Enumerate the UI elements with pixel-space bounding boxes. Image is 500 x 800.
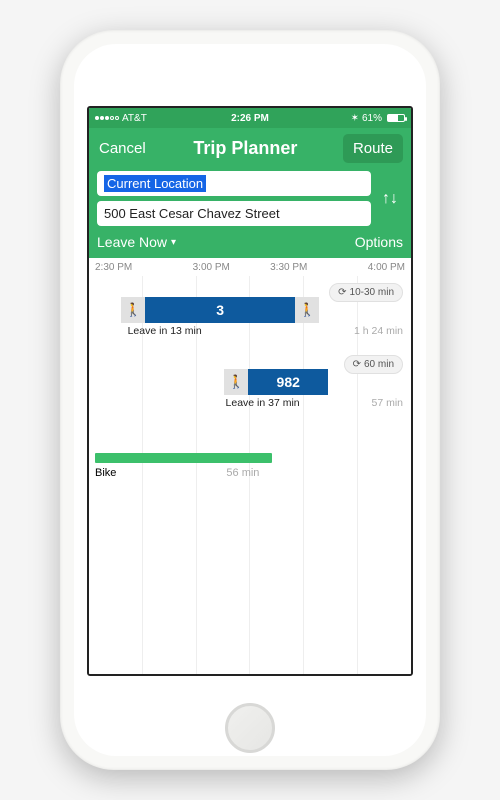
frequency-pill-1: ⟳ 10-30 min: [329, 283, 403, 302]
route-bar-1: 🚶 3 🚶: [121, 297, 319, 323]
route-meta-2: Leave in 37 min 57 min: [89, 397, 411, 409]
walk-icon: 🚶: [224, 369, 248, 395]
leave-time-button[interactable]: Leave Now ▾: [97, 234, 176, 250]
swap-icon: ↑↓: [382, 190, 398, 208]
from-value: Current Location: [104, 175, 206, 192]
route-button[interactable]: Route: [343, 134, 403, 163]
duration-1: 1 h 24 min: [354, 325, 403, 337]
route-row-2[interactable]: ⟳ 60 min 🚶 982 Leave in 37 min 57 min: [89, 361, 411, 419]
carrier-label: AT&T: [122, 113, 147, 124]
home-button[interactable]: [225, 703, 275, 753]
bike-row[interactable]: Bike 56 min: [89, 449, 411, 497]
tick-0: 2:30 PM: [89, 262, 173, 273]
to-value: 500 East Cesar Chavez Street: [104, 206, 280, 221]
battery-icon: [387, 114, 405, 122]
leave-label: Leave Now: [97, 234, 167, 250]
screen: AT&T 2:26 PM ✶ 61% Cancel Trip Planner R…: [87, 106, 413, 676]
freq-1: 10-30 min: [350, 287, 394, 298]
page-title: Trip Planner: [193, 138, 297, 159]
to-field[interactable]: 500 East Cesar Chavez Street: [97, 201, 371, 226]
swap-button[interactable]: ↑↓: [377, 190, 403, 208]
duration-2: 57 min: [371, 397, 403, 409]
bus-segment-1: 3: [145, 297, 295, 323]
battery-pct: 61%: [362, 113, 382, 124]
route-row-1[interactable]: ⟳ 10-30 min 🚶 3 🚶 Leave in 13 min 1 h 24…: [89, 289, 411, 347]
status-time: 2:26 PM: [198, 113, 301, 124]
from-field[interactable]: Current Location: [97, 171, 371, 196]
route-meta-1: Leave in 13 min 1 h 24 min: [89, 325, 411, 337]
bluetooth-icon: ✶: [351, 113, 359, 124]
leave-in-1: Leave in 13 min: [128, 325, 202, 337]
chevron-down-icon: ▾: [171, 237, 176, 248]
signal-icon: [95, 116, 119, 120]
timeline: 2:30 PM 3:00 PM 3:30 PM 4:00 PM ⟳ 10-30 …: [89, 258, 411, 674]
time-axis: 2:30 PM 3:00 PM 3:30 PM 4:00 PM: [89, 258, 411, 275]
bike-duration: 56 min: [226, 467, 259, 479]
tick-2: 3:30 PM: [250, 262, 328, 273]
bike-label: Bike: [95, 467, 116, 479]
cancel-button[interactable]: Cancel: [97, 136, 148, 161]
walk-icon: 🚶: [295, 297, 319, 323]
bike-meta: Bike 56 min: [95, 467, 259, 479]
inputs-row: Current Location 500 East Cesar Chavez S…: [97, 171, 403, 226]
header-bottom: Leave Now ▾ Options: [97, 234, 403, 250]
clock-icon: ⟳: [338, 287, 346, 298]
clock-icon: ⟳: [353, 359, 361, 370]
status-left: AT&T: [95, 113, 198, 124]
status-bar: AT&T 2:26 PM ✶ 61%: [89, 108, 411, 128]
tick-1: 3:00 PM: [173, 262, 251, 273]
leave-in-2: Leave in 37 min: [226, 397, 300, 409]
frequency-pill-2: ⟳ 60 min: [344, 355, 403, 374]
bus-segment-2: 982: [248, 369, 328, 395]
header-top: Cancel Trip Planner Route: [97, 134, 403, 163]
inputs-col: Current Location 500 East Cesar Chavez S…: [97, 171, 371, 226]
status-right: ✶ 61%: [302, 113, 405, 124]
phone-frame: AT&T 2:26 PM ✶ 61% Cancel Trip Planner R…: [60, 30, 440, 770]
phone-inner: AT&T 2:26 PM ✶ 61% Cancel Trip Planner R…: [74, 44, 426, 756]
freq-2: 60 min: [364, 359, 394, 370]
options-button[interactable]: Options: [355, 234, 403, 250]
tick-3: 4:00 PM: [328, 262, 412, 273]
route-bar-2: 🚶 982: [224, 369, 328, 395]
walk-icon: 🚶: [121, 297, 145, 323]
header: Cancel Trip Planner Route Current Locati…: [89, 128, 411, 258]
bike-bar: [95, 453, 272, 463]
